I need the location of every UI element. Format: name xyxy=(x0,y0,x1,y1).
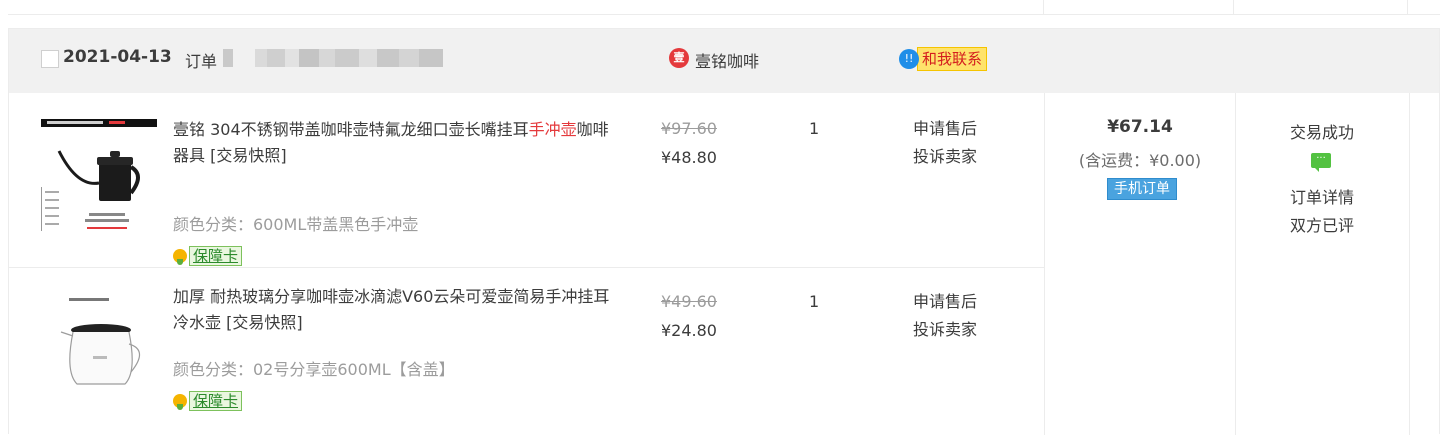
divider xyxy=(1407,0,1408,14)
guarantee-card-link[interactable]: 保障卡 xyxy=(173,390,243,412)
complain-seller-link[interactable]: 投诉卖家 xyxy=(913,143,977,171)
previous-order-bottom-edge xyxy=(8,0,1440,15)
unit-price: ¥24.80 xyxy=(661,321,717,340)
order-status-column: 交易成功 ··· 订单详情 双方已评 xyxy=(1235,93,1410,435)
order-card: 2021-04-13 订单 壹 壹铭咖啡 !! 和我联系 壹铭 304不锈钢带盖… xyxy=(8,28,1440,435)
flower-icon xyxy=(173,394,187,410)
order-detail-link[interactable]: 订单详情 xyxy=(1235,184,1409,208)
order-number-label: 订单 xyxy=(185,52,218,71)
chat-icon[interactable]: ··· xyxy=(1311,153,1331,172)
product-thumbnail-glass-pot[interactable] xyxy=(37,292,161,416)
original-price: ¥49.60 xyxy=(661,292,717,311)
order-header: 2021-04-13 订单 壹 壹铭咖啡 !! 和我联系 xyxy=(9,29,1439,93)
order-item-row: 加厚 耐热玻璃分享咖啡壶冰滴滤V60云朵可爱壶简易手冲挂耳冷水壶 [交易快照] … xyxy=(9,268,1044,435)
review-status-link[interactable]: 双方已评 xyxy=(1235,212,1409,236)
guarantee-card-label: 保障卡 xyxy=(189,246,243,266)
order-select-checkbox[interactable] xyxy=(41,50,59,68)
order-date: 2021-04-13 xyxy=(63,47,172,67)
order-total-column: ¥67.14 (含运费：¥0.00) 手机订单 xyxy=(1044,93,1236,435)
item-operations: 申请售后 投诉卖家 xyxy=(913,288,977,344)
chat-bubble-icon: !! xyxy=(899,49,919,69)
product-sku: 颜色分类：02号分享壶600ML【含盖】 xyxy=(173,360,455,379)
shipping-fee: (含运费：¥0.00) xyxy=(1078,151,1202,170)
shop-badge-icon: 壹 xyxy=(669,48,689,68)
product-title-highlight: 手冲壶 xyxy=(528,120,577,139)
contact-seller-button[interactable]: !! 和我联系 xyxy=(899,47,988,71)
order-total-amount: ¥67.14 xyxy=(1107,117,1173,137)
shop-name-link[interactable]: 壹铭咖啡 xyxy=(695,48,759,72)
product-title-link[interactable]: 加厚 耐热玻璃分享咖啡壶冰滴滤V60云朵可爱壶简易手冲挂耳冷水壶 [交易快照] xyxy=(173,284,613,336)
order-item-row: 壹铭 304不锈钢带盖咖啡壶特氟龙细口壶长嘴挂耳手冲壶咖啡器具 [交易快照] 颜… xyxy=(9,93,1044,268)
apply-after-sale-link[interactable]: 申请售后 xyxy=(913,115,977,143)
mobile-order-badge: 手机订单 xyxy=(1107,178,1177,200)
divider xyxy=(1233,0,1234,14)
unit-price: ¥48.80 xyxy=(661,148,717,167)
quantity: 1 xyxy=(809,292,820,311)
product-thumbnail-kettle[interactable] xyxy=(37,117,161,241)
product-sku: 颜色分类：600ML带盖黑色手冲壶 xyxy=(173,215,419,234)
apply-after-sale-link[interactable]: 申请售后 xyxy=(913,288,977,316)
contact-seller-label: 和我联系 xyxy=(917,47,988,71)
quantity: 1 xyxy=(809,119,820,138)
item-operations: 申请售后 投诉卖家 xyxy=(913,115,977,171)
guarantee-card-link[interactable]: 保障卡 xyxy=(173,245,243,267)
guarantee-card-label: 保障卡 xyxy=(189,391,243,411)
flower-icon xyxy=(173,249,187,265)
order-status: 交易成功 xyxy=(1289,123,1354,142)
product-title-text: 加厚 耐热玻璃分享咖啡壶冰滴滤V60云朵可爱壶简易手冲挂耳冷水壶 [交易快照] xyxy=(173,287,610,332)
product-title-text: 壹铭 304不锈钢带盖咖啡壶特氟龙细口壶长嘴挂耳 xyxy=(173,120,529,139)
order-number-redacted xyxy=(223,49,443,67)
original-price: ¥97.60 xyxy=(661,119,717,138)
product-title-link[interactable]: 壹铭 304不锈钢带盖咖啡壶特氟龙细口壶长嘴挂耳手冲壶咖啡器具 [交易快照] xyxy=(173,117,613,169)
divider xyxy=(1043,0,1044,14)
complain-seller-link[interactable]: 投诉卖家 xyxy=(913,316,977,344)
